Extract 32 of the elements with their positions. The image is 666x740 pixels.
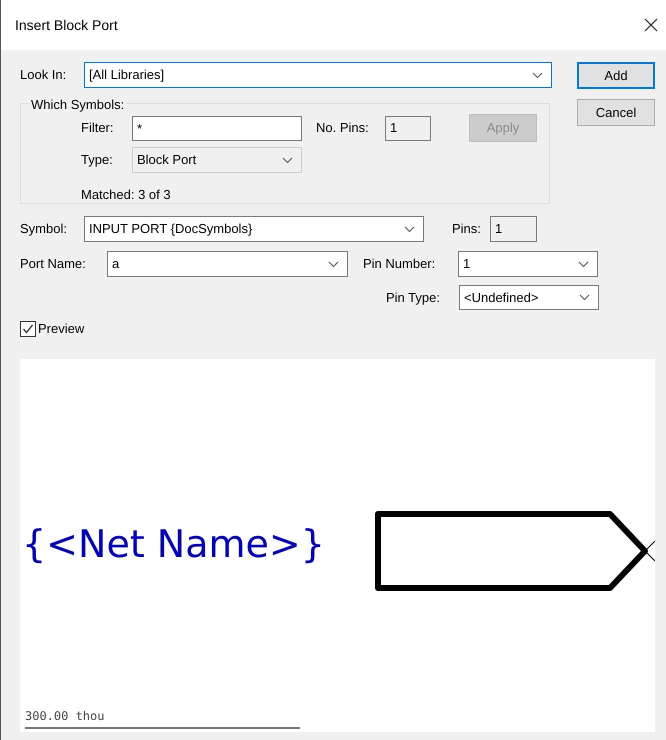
checkbox-label: Preview — [38, 320, 84, 338]
field-label: Type: — [81, 151, 114, 170]
field-label: No. Pins: — [316, 119, 370, 138]
chevron-down-icon — [578, 260, 589, 268]
pins-field: 1 — [490, 216, 537, 242]
field-label: Filter: — [81, 119, 114, 138]
net-name-label: {<Net Name>} — [22, 524, 325, 562]
pins-field: 1 — [385, 116, 431, 140]
chevron-down-icon — [328, 260, 339, 268]
dropdown[interactable]: 1 — [458, 251, 598, 277]
field-label: Look In: — [20, 66, 68, 84]
status-text: Matched: 3 of 3 — [81, 186, 172, 204]
field-label: Port Name: — [20, 255, 87, 274]
dialog-button[interactable]: Cancel — [577, 99, 655, 126]
chevron-down-icon — [404, 226, 415, 232]
chevron-down-icon — [282, 156, 293, 164]
field-label: Pins: — [452, 220, 482, 238]
dropdown[interactable]: INPUT PORT {DocSymbols} — [84, 216, 424, 242]
scale-label: 300.00 thou — [25, 710, 104, 722]
dialog-button[interactable]: Add — [577, 62, 655, 89]
chevron-down-icon — [579, 294, 590, 301]
dropdown[interactable]: <Undefined> — [459, 285, 599, 310]
dropdown[interactable]: [All Libraries] — [84, 62, 552, 88]
field-label: Symbol: — [20, 220, 68, 238]
dropdown[interactable]: a — [107, 251, 348, 277]
field-label: Pin Number: — [363, 255, 436, 274]
field-label: Pin Type: — [386, 288, 441, 307]
window-title: Insert Block Port — [15, 16, 118, 34]
preview-checkbox[interactable] — [20, 320, 36, 337]
chevron-down-icon — [532, 72, 543, 78]
close-icon[interactable] — [644, 18, 658, 32]
filter-field[interactable]: * — [132, 116, 302, 140]
